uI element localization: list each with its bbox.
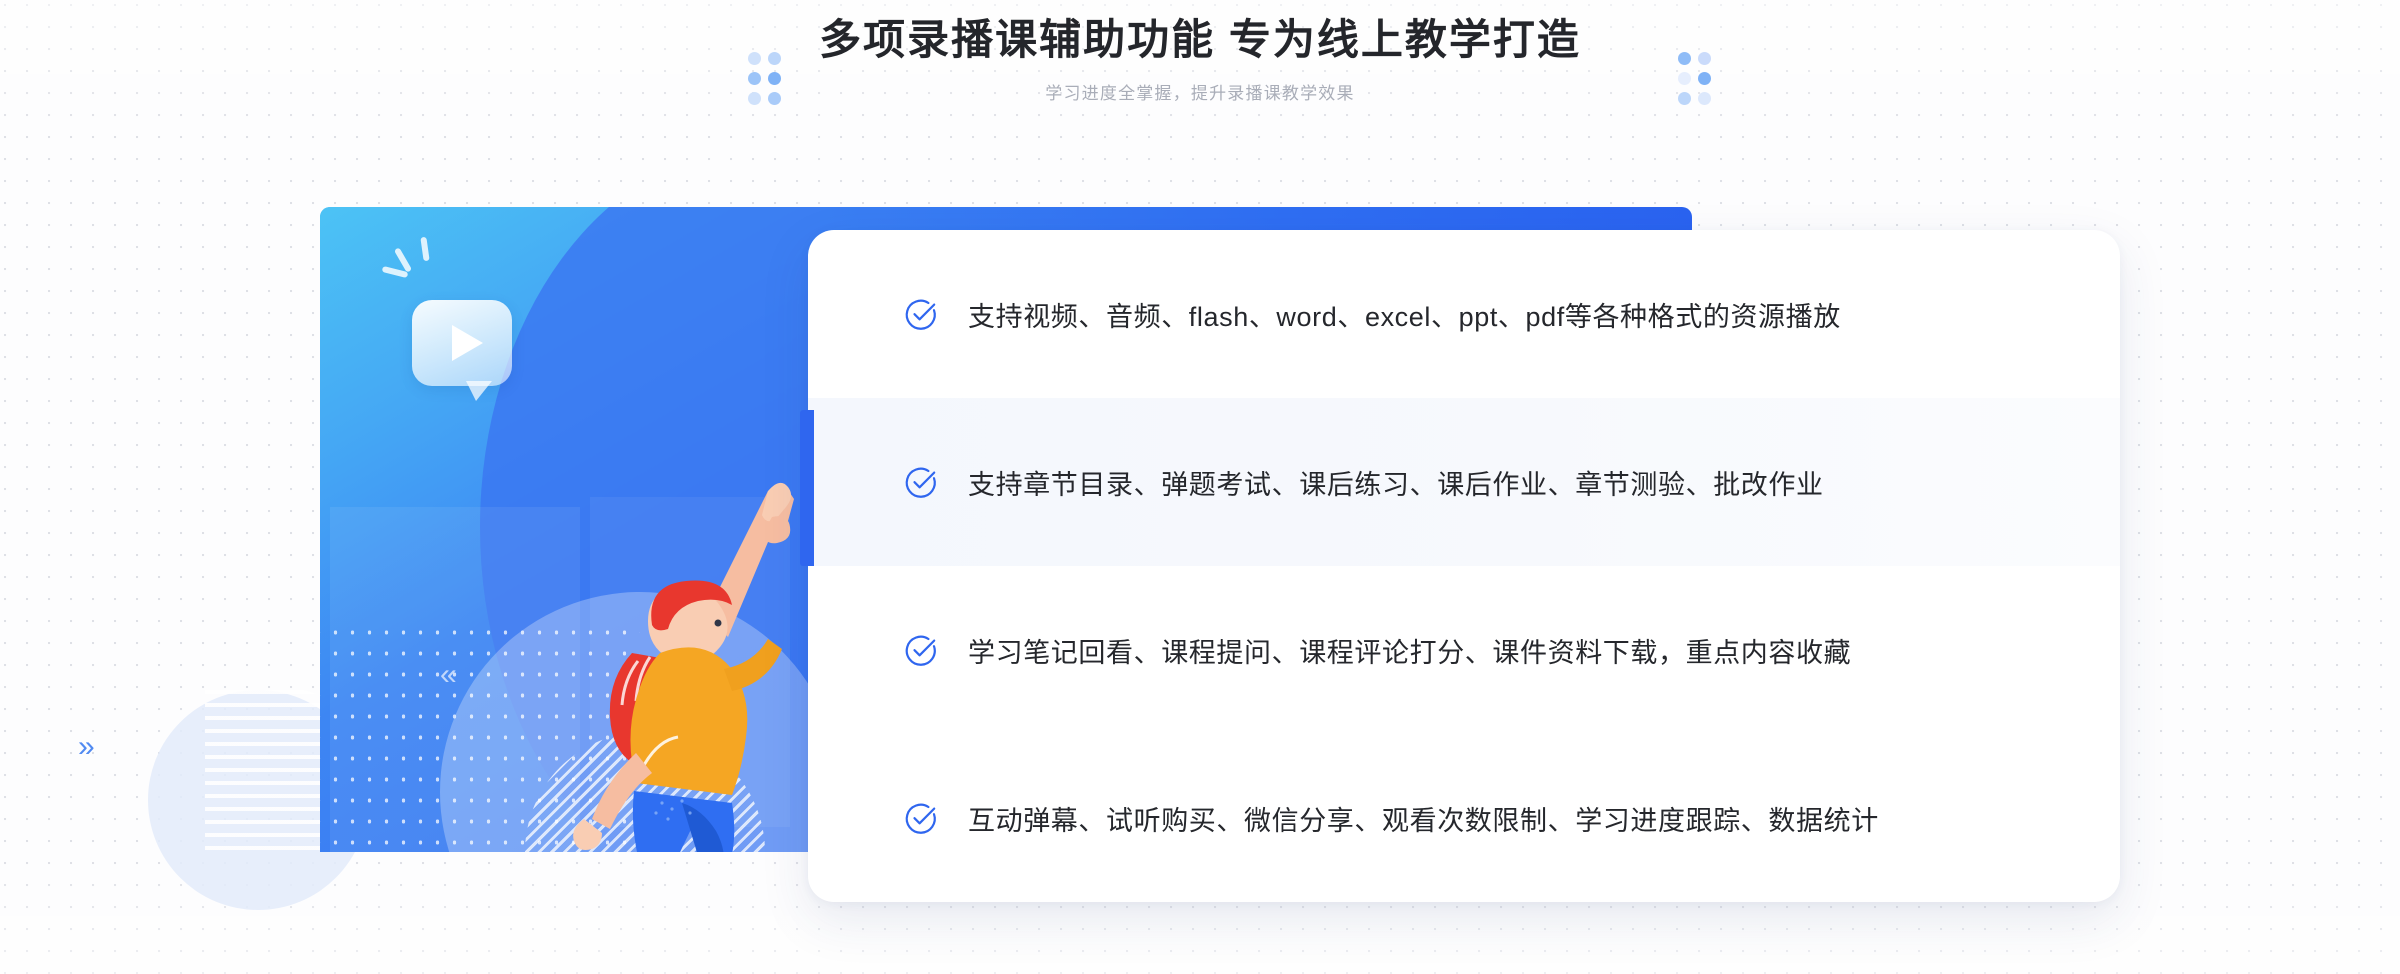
- check-circle-icon: [904, 801, 938, 835]
- check-circle-icon: [904, 297, 938, 331]
- decor-dot-3: [748, 72, 761, 85]
- feature-row[interactable]: 支持章节目录、弹题考试、课后练习、课后作业、章节测验、批改作业: [808, 398, 2120, 566]
- check-circle-icon: [905, 803, 936, 834]
- chevron-right-icon: »: [78, 730, 95, 763]
- feature-row-label: 互动弹幕、试听购买、微信分享、观看次数限制、学习进度跟踪、数据统计: [968, 805, 1879, 836]
- check-circle-icon: [905, 299, 936, 330]
- decor-dot-5: [1678, 92, 1691, 105]
- chevron-left-icon: «: [440, 658, 457, 691]
- feature-row[interactable]: 学习笔记回看、课程提问、课程评论打分、课件资料下载，重点内容收藏: [808, 566, 2120, 734]
- decor-dot-2: [768, 52, 781, 65]
- page-title: 多项录播课辅助功能 专为线上教学打造: [819, 16, 1581, 63]
- decor-dot-5: [748, 92, 761, 105]
- check-circle-icon: [905, 635, 936, 666]
- check-circle-icon: [904, 465, 938, 499]
- feature-row[interactable]: 互动弹幕、试听购买、微信分享、观看次数限制、学习进度跟踪、数据统计: [808, 734, 2120, 902]
- decor-dot-3: [1678, 72, 1691, 85]
- check-circle-icon: [905, 467, 936, 498]
- decor-dot-cluster-left: [748, 52, 784, 108]
- feature-row-label: 支持章节目录、弹题考试、课后练习、课后作业、章节测验、批改作业: [968, 469, 1824, 500]
- decor-dot-2: [1698, 52, 1711, 65]
- play-triangle-icon: [452, 325, 483, 361]
- page-header: 多项录播课辅助功能 专为线上教学打造 学习进度全掌握，提升录播课教学效果: [0, 14, 2400, 104]
- decor-dot-cluster-right: [1678, 52, 1714, 108]
- decor-dot-6: [1698, 92, 1711, 105]
- feature-list-card: 支持视频、音频、flash、word、excel、ppt、pdf等各种格式的资源…: [808, 230, 2120, 902]
- active-row-accent-tab: [800, 410, 814, 566]
- decor-dot-4: [768, 72, 781, 85]
- character-illustration: [573, 482, 794, 852]
- video-bubble: [412, 300, 512, 401]
- decor-dot-1: [1678, 52, 1691, 65]
- page-root: 多项录播课辅助功能 专为线上教学打造 学习进度全掌握，提升录播课教学效果 » «: [0, 0, 2400, 974]
- page-subtitle: 学习进度全掌握，提升录播课教学效果: [1045, 83, 1355, 103]
- decor-dot-1: [748, 52, 761, 65]
- feature-row-label: 学习笔记回看、课程提问、课程评论打分、课件资料下载，重点内容收藏: [968, 637, 1852, 668]
- check-circle-icon: [904, 633, 938, 667]
- feature-row-label: 支持视频、音频、flash、word、excel、ppt、pdf等各种格式的资源…: [968, 301, 1841, 332]
- illustration-panel: «: [320, 207, 820, 852]
- decor-dot-6: [768, 92, 781, 105]
- feature-row[interactable]: 支持视频、音频、flash、word、excel、ppt、pdf等各种格式的资源…: [808, 230, 2120, 398]
- decor-dot-4: [1698, 72, 1711, 85]
- spark-icon-2: [420, 236, 430, 262]
